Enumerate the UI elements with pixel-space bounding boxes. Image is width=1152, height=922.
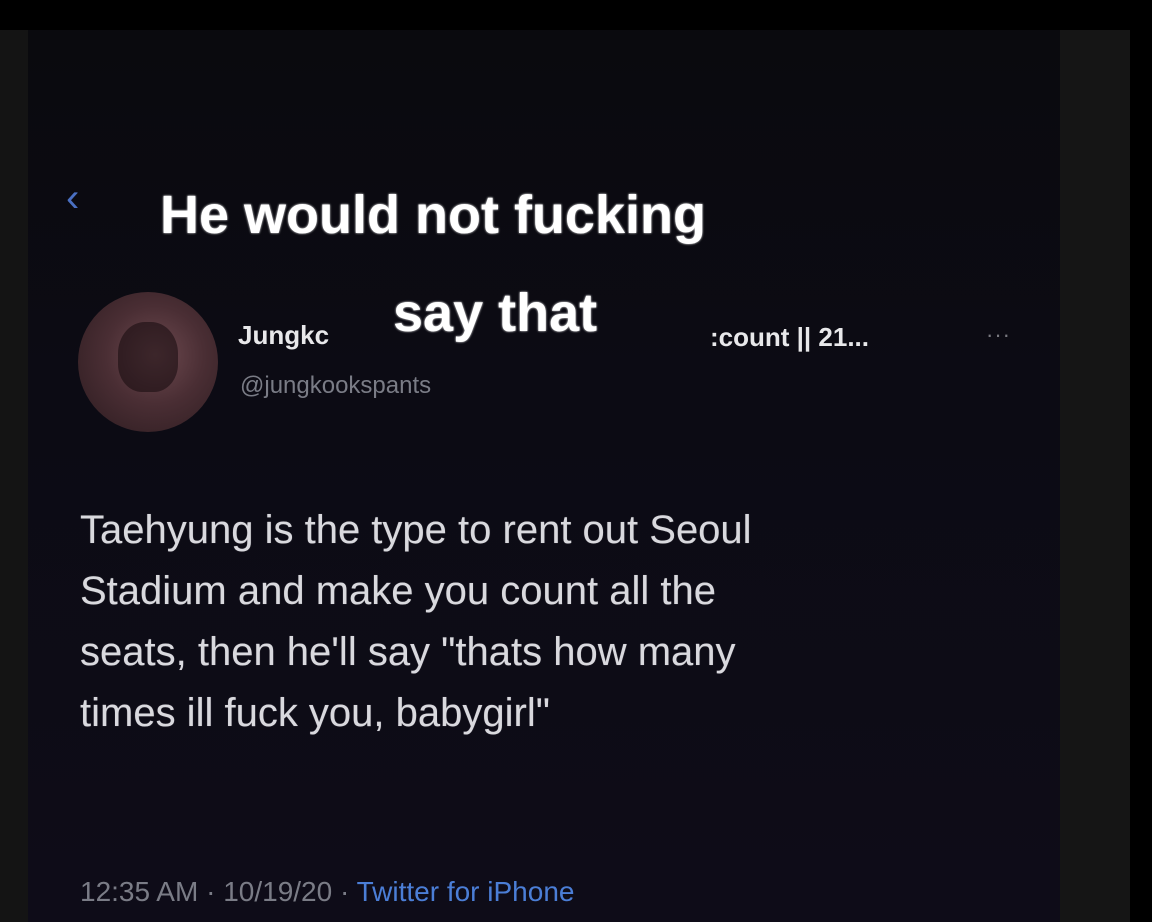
tweet-time: 12:35 AM — [80, 876, 199, 907]
avatar[interactable] — [78, 292, 218, 432]
tweet-text-line: Stadium and make you count all the — [80, 569, 716, 613]
right-bezel — [1060, 30, 1130, 922]
meme-caption-line-2: say that — [393, 283, 598, 343]
tweet-screen — [28, 30, 1060, 922]
back-chevron-icon[interactable]: ‹ — [66, 178, 79, 218]
more-options-icon[interactable]: ··· — [986, 322, 1011, 348]
meta-separator: · — [332, 876, 357, 907]
meme-caption-line-1: He would not fucking — [160, 185, 706, 245]
tweet-metadata: 12:35 AM · 10/19/20 · Twitter for iPhone — [80, 876, 574, 908]
tweet-text: Taehyung is the type to rent out Seoul S… — [80, 500, 1020, 744]
tweet-text-line: times ill fuck you, babygirl" — [80, 691, 550, 735]
tweet-text-line: Taehyung is the type to rent out Seoul — [80, 508, 752, 552]
right-edge — [1130, 0, 1152, 922]
display-name[interactable]: Jungkc — [238, 320, 329, 351]
display-name-tail[interactable]: :count || 21... — [710, 322, 869, 353]
tweet-text-line: seats, then he'll say "thats how many — [80, 630, 736, 674]
left-bezel — [0, 30, 28, 922]
user-handle[interactable]: @jungkookspants — [240, 372, 431, 400]
tweet-date: 10/19/20 — [223, 876, 333, 907]
meta-separator: · — [198, 876, 224, 907]
screenshot-frame: ‹ Jungkc :count || 21... ··· @jungkooksp… — [0, 0, 1152, 922]
tweet-source-link[interactable]: Twitter for iPhone — [357, 876, 575, 907]
